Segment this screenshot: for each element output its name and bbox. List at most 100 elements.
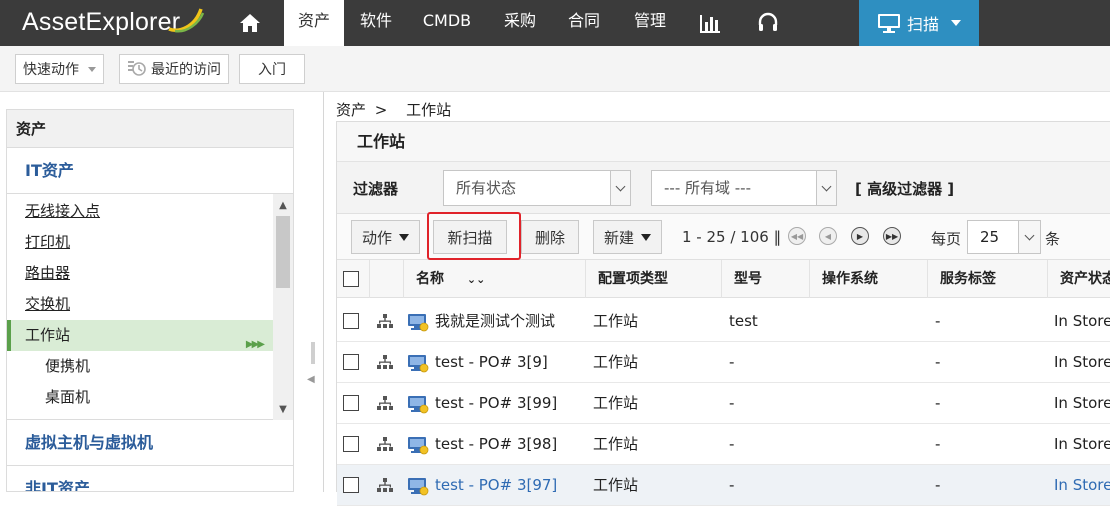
asset-name-link[interactable]: 我就是测试个测试 bbox=[435, 301, 585, 342]
sidebar-item-switch[interactable]: 交换机 bbox=[7, 289, 273, 320]
sort-icon[interactable]: ⌄⌄ bbox=[467, 273, 485, 286]
per-page-unit: 条 bbox=[1045, 230, 1061, 248]
workstation-icon bbox=[408, 437, 429, 455]
asset-name-link[interactable]: test - PO# 3[98] bbox=[435, 424, 585, 465]
nav-purchase[interactable]: 采购 bbox=[490, 0, 550, 46]
column-header-model[interactable]: 型号 bbox=[721, 260, 809, 298]
home-icon[interactable] bbox=[224, 0, 276, 46]
workstation-icon bbox=[408, 396, 429, 414]
sidebar-item-desktop[interactable]: 桌面机 bbox=[7, 382, 273, 413]
relationship-map-icon[interactable] bbox=[377, 355, 393, 369]
sidebar-item-wireless-ap[interactable]: 无线接入点 bbox=[7, 196, 273, 227]
new-scan-button[interactable]: 新扫描 bbox=[433, 220, 507, 254]
asset-status-cell: In Store bbox=[1054, 435, 1110, 453]
asset-name-link[interactable]: test - PO# 3[9] bbox=[435, 342, 585, 383]
scan-button[interactable]: 扫描 bbox=[859, 0, 979, 46]
sidebar-item-label: 打印机 bbox=[25, 233, 71, 251]
secondary-toolbar: 快速动作 最近的访问 入门 bbox=[0, 46, 1110, 92]
caret-down-icon bbox=[641, 233, 652, 241]
scroll-up-icon[interactable]: ▲ bbox=[273, 196, 293, 214]
row-checkbox[interactable] bbox=[343, 436, 359, 452]
sidebar-item-printer[interactable]: 打印机 bbox=[7, 227, 273, 258]
nav-contracts[interactable]: 合同 bbox=[554, 0, 614, 46]
model-cell: - bbox=[729, 394, 735, 412]
ci-type-cell: 工作站 bbox=[593, 435, 639, 453]
sidebar-section-virtual[interactable]: 虚拟主机与虚拟机 bbox=[7, 420, 293, 466]
chevron-down-icon bbox=[816, 171, 836, 205]
next-page-icon[interactable]: ▶ bbox=[851, 227, 869, 245]
collapse-left-icon[interactable]: ◀ bbox=[307, 374, 315, 385]
sidebar-section-non-it[interactable]: 非IT资产 bbox=[7, 466, 293, 491]
relationship-map-icon[interactable] bbox=[377, 396, 393, 410]
delete-button[interactable]: 删除 bbox=[521, 220, 579, 254]
asset-name-link[interactable]: test - PO# 3[97] bbox=[435, 465, 585, 506]
sidebar-item-laptop[interactable]: 便携机 bbox=[7, 351, 273, 382]
quick-actions-label: 快速动作 bbox=[23, 62, 79, 78]
column-header-os[interactable]: 操作系统 bbox=[809, 260, 927, 298]
scroll-down-icon[interactable]: ▼ bbox=[273, 400, 293, 418]
domain-filter-select[interactable]: --- 所有域 --- bbox=[651, 170, 837, 206]
sidebar-item-label: 便携机 bbox=[45, 357, 91, 375]
table-row[interactable]: test - PO# 3[98] 工作站 - - In Store bbox=[337, 424, 1110, 465]
ci-type-cell: 工作站 bbox=[593, 353, 639, 371]
row-checkbox[interactable] bbox=[343, 395, 359, 411]
panel-splitter[interactable]: ◀ bbox=[305, 92, 321, 492]
service-tag-cell: - bbox=[935, 353, 941, 371]
table-row[interactable]: test - PO# 3[99] 工作站 - - In Store bbox=[337, 383, 1110, 424]
prev-page-icon[interactable]: ◀ bbox=[819, 227, 837, 245]
row-checkbox[interactable] bbox=[343, 477, 359, 493]
relationship-map-icon[interactable] bbox=[377, 314, 393, 328]
table-row[interactable]: test - PO# 3[9] 工作站 - - In Store bbox=[337, 342, 1110, 383]
nav-admin[interactable]: 管理 bbox=[620, 0, 680, 46]
column-header-ci-type[interactable]: 配置项类型 bbox=[585, 260, 721, 298]
relationship-map-icon[interactable] bbox=[377, 437, 393, 451]
filter-label: 过滤器 bbox=[353, 180, 399, 198]
table-row[interactable]: 我就是测试个测试 工作站 test - In Store bbox=[337, 301, 1110, 342]
sidebar-section-it-assets[interactable]: IT资产 bbox=[7, 148, 293, 194]
asset-status-cell: In Store bbox=[1054, 476, 1110, 494]
column-header-service-tag[interactable]: 服务标签 bbox=[927, 260, 1047, 298]
advanced-filter-link[interactable]: [ 高级过滤器 ] bbox=[855, 178, 954, 199]
last-page-icon[interactable]: ▶▶ bbox=[883, 227, 901, 245]
column-header-asset-status[interactable]: 资产状态 bbox=[1047, 260, 1110, 298]
sidebar-item-workstation[interactable]: 工作站 ▶▶▶ bbox=[7, 320, 273, 351]
breadcrumb: 资产 > 工作站 bbox=[336, 99, 451, 120]
breadcrumb-current: 工作站 bbox=[406, 101, 452, 119]
breadcrumb-root[interactable]: 资产 bbox=[336, 101, 366, 119]
reports-icon[interactable] bbox=[688, 0, 732, 46]
relationship-map-icon[interactable] bbox=[377, 478, 393, 492]
per-page-select[interactable]: 25 bbox=[967, 220, 1041, 254]
sidebar-it-asset-list: 无线接入点 打印机 路由器 交换机 工作站 ▶▶▶ 便携机 桌面机 ▲ ▼ bbox=[7, 194, 293, 420]
row-checkbox[interactable] bbox=[343, 354, 359, 370]
caret-down-icon bbox=[399, 233, 410, 241]
ci-type-cell: 工作站 bbox=[593, 476, 639, 494]
support-headset-icon[interactable] bbox=[746, 0, 790, 46]
scrollbar-thumb[interactable] bbox=[276, 216, 290, 288]
quick-actions-dropdown[interactable]: 快速动作 bbox=[15, 54, 104, 84]
status-filter-value: 所有状态 bbox=[456, 179, 517, 197]
getting-started-button[interactable]: 入门 bbox=[239, 54, 305, 84]
table-row[interactable]: test - PO# 3[97] 工作站 - - In Store bbox=[337, 465, 1110, 506]
first-page-icon[interactable]: ◀◀ bbox=[788, 227, 806, 245]
sidebar-item-router[interactable]: 路由器 bbox=[7, 258, 273, 289]
select-all-checkbox[interactable] bbox=[343, 271, 359, 287]
per-page-value: 25 bbox=[980, 228, 1000, 246]
row-checkbox[interactable] bbox=[343, 313, 359, 329]
nav-assets[interactable]: 资产 bbox=[284, 0, 344, 46]
nav-software[interactable]: 软件 bbox=[346, 0, 406, 46]
asset-status-cell: In Store bbox=[1054, 353, 1110, 371]
app-logo[interactable]: AssetExplorer bbox=[22, 8, 180, 37]
status-filter-select[interactable]: 所有状态 bbox=[443, 170, 631, 206]
recent-visits-button[interactable]: 最近的访问 bbox=[119, 54, 229, 84]
column-header-name[interactable]: 名称 ⌄⌄ bbox=[403, 260, 585, 298]
new-dropdown[interactable]: 新建 bbox=[593, 220, 663, 254]
column-header-label: 名称 bbox=[416, 271, 444, 287]
sidebar-item-label: 路由器 bbox=[25, 264, 71, 282]
nav-cmdb[interactable]: CMDB bbox=[412, 0, 482, 46]
os-cell bbox=[817, 342, 927, 383]
actions-dropdown[interactable]: 动作 bbox=[351, 220, 421, 254]
sidebar-scrollbar[interactable]: ▲ ▼ bbox=[273, 194, 293, 420]
splitter-grip[interactable] bbox=[311, 342, 315, 364]
new-label: 新建 bbox=[604, 228, 635, 247]
asset-name-link[interactable]: test - PO# 3[99] bbox=[435, 383, 585, 424]
